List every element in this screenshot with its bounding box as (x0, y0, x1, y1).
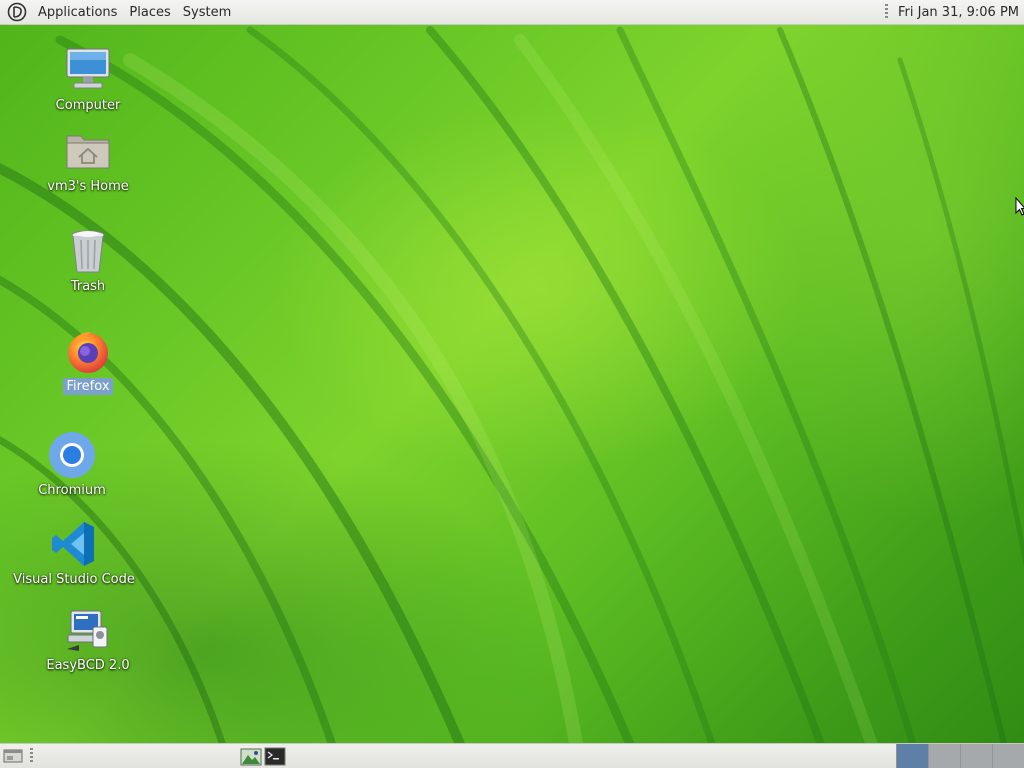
terminal-icon[interactable] (264, 747, 286, 766)
desktop-icon-easybcd[interactable]: EasyBCD 2.0 (33, 604, 143, 674)
desktop-icon-vscode[interactable]: Visual Studio Code (13, 518, 135, 588)
workspace-2[interactable] (928, 744, 960, 768)
desktop-icon-label: vm3's Home (47, 179, 129, 194)
firefox-icon (62, 325, 114, 377)
trash-icon (62, 225, 114, 277)
desktop-icon-label: Computer (55, 98, 121, 113)
leaf-veins (0, 26, 1024, 768)
computer-icon (62, 44, 114, 96)
desktop-wallpaper (0, 0, 1024, 768)
panel-drag-handle[interactable] (885, 4, 889, 20)
workspace-3[interactable] (960, 744, 992, 768)
workspace-switcher (896, 744, 1024, 768)
easybcd-icon (62, 604, 114, 656)
desktop-icon-label: Trash (70, 279, 106, 294)
workspace-4[interactable] (992, 744, 1024, 768)
clock[interactable]: Fri Jan 31, 9:06 PM (898, 5, 1019, 20)
panel-drag-handle[interactable] (30, 748, 33, 764)
desktop-icon-home[interactable]: vm3's Home (33, 125, 143, 195)
desktop-icon-label: Visual Studio Code (13, 572, 135, 587)
menu-applications[interactable]: Applications (32, 0, 123, 25)
mouse-pointer-icon (1015, 196, 1024, 221)
menu-system[interactable]: System (177, 0, 237, 25)
desktop-icon-firefox[interactable]: Firefox (33, 325, 143, 395)
desktop-icon-label: Firefox (63, 378, 113, 395)
top-panel: Applications Places System Fri Jan 31, 9… (0, 0, 1024, 25)
desktop-icon-trash[interactable]: Trash (33, 225, 143, 295)
workspace-1[interactable] (896, 744, 928, 768)
distro-logo-icon[interactable] (7, 2, 27, 22)
bottom-panel (0, 743, 1024, 768)
chromium-icon (46, 429, 98, 481)
desktop-icon-computer[interactable]: Computer (33, 44, 143, 114)
desktop-icon-label: EasyBCD 2.0 (46, 658, 130, 673)
desktop-icon-label: Chromium (38, 483, 106, 498)
show-desktop-icon[interactable] (2, 747, 24, 765)
image-editor-icon[interactable] (240, 747, 262, 766)
menu-places[interactable]: Places (123, 0, 176, 25)
vscode-icon (48, 518, 100, 570)
home-folder-icon (62, 125, 114, 177)
desktop-icon-chromium[interactable]: Chromium (17, 429, 127, 499)
